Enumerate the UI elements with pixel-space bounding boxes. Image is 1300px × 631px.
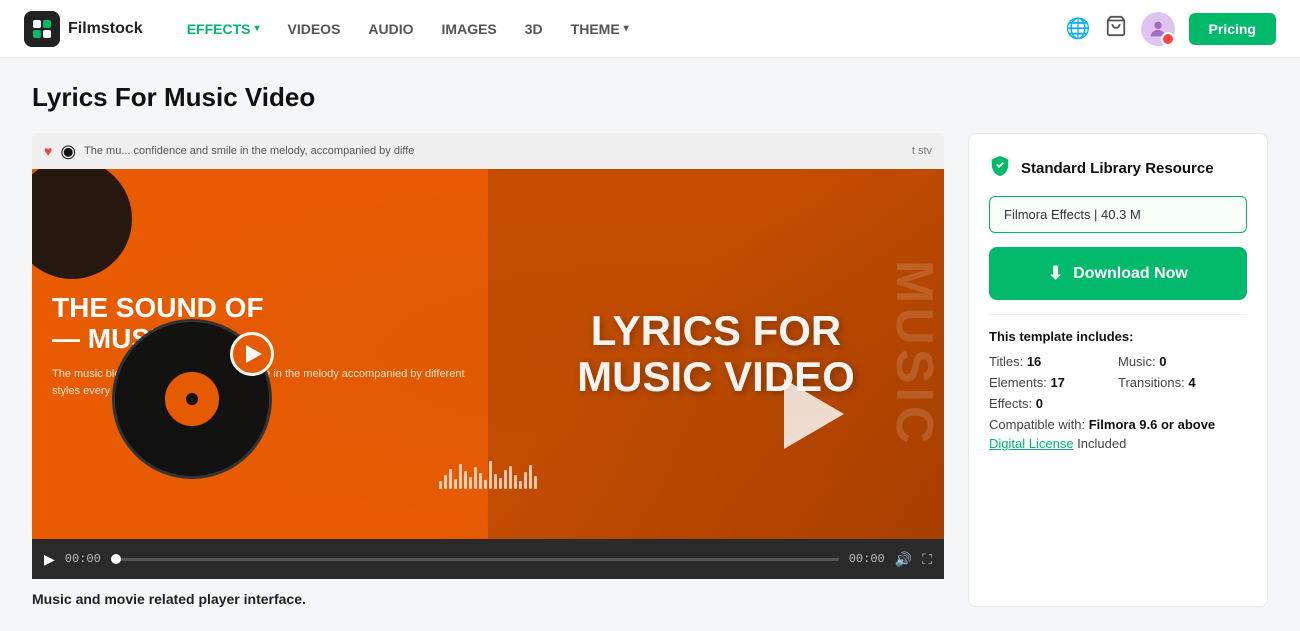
template-includes-label: This template includes: (989, 329, 1247, 344)
transitions-item: Transitions: 4 (1118, 375, 1247, 390)
heart-icon: ♥ (44, 143, 52, 159)
logo-name: Filmstock (68, 20, 143, 38)
music-label: Music: (1118, 354, 1156, 369)
music-value: 0 (1159, 354, 1166, 369)
avatar[interactable] (1141, 12, 1175, 46)
titles-item: Titles: 16 (989, 354, 1118, 369)
page-title: Lyrics For Music Video (32, 82, 1268, 113)
nav-3d[interactable]: 3D (513, 13, 555, 45)
elements-item: Elements: 17 (989, 375, 1118, 390)
nav-images[interactable]: IMAGES (430, 13, 509, 45)
video-section: ♥ ◉ The mu... confidence and smile in th… (32, 133, 944, 607)
main-content: Lyrics For Music Video ♥ ◉ The mu... con… (0, 58, 1300, 631)
video-controls: ▶ 00:00 00:00 🔊 ⛶ (32, 539, 944, 579)
template-info: This template includes: Titles: 16 Music… (989, 314, 1247, 451)
globe-icon[interactable]: 🌐 (1066, 16, 1091, 41)
nav: EFFECTS ▾ VIDEOS AUDIO IMAGES 3D THEME ▾ (175, 13, 1066, 45)
shield-icon (989, 154, 1011, 182)
fullscreen-icon[interactable]: ⛶ (922, 551, 932, 568)
video-overlay (32, 169, 944, 539)
nav-effects[interactable]: EFFECTS ▾ (175, 13, 272, 45)
elements-value: 17 (1050, 375, 1064, 390)
progress-bar[interactable] (111, 558, 839, 561)
titles-label: Titles: (989, 354, 1023, 369)
vinyl-icon: ◉ (60, 141, 76, 162)
strip-text: The mu... confidence and smile in the me… (84, 145, 414, 157)
license-line: Digital License Included (989, 436, 1247, 451)
pricing-button[interactable]: Pricing (1189, 13, 1276, 45)
license-suffix: Included (1077, 436, 1126, 451)
video-background: THE SOUND OF — MUSIC The music blooms wi… (32, 169, 944, 539)
music-item: Music: 0 (1118, 354, 1247, 369)
video-player[interactable]: THE SOUND OF — MUSIC The music blooms wi… (32, 169, 944, 539)
cart-icon[interactable] (1105, 15, 1127, 43)
time-total: 00:00 (849, 552, 885, 566)
right-panel: Standard Library Resource Filmora Effect… (968, 133, 1268, 607)
download-button[interactable]: ⬇ Download Now (989, 247, 1247, 300)
progress-dot (111, 554, 121, 564)
strip-right: t stv (912, 145, 932, 157)
nav-theme[interactable]: THEME ▾ (559, 13, 641, 45)
nav-audio[interactable]: AUDIO (356, 13, 425, 45)
download-label: Download Now (1073, 265, 1188, 283)
content-area: ♥ ◉ The mu... confidence and smile in th… (32, 133, 1268, 607)
transitions-label: Transitions: (1118, 375, 1185, 390)
compatible-label: Compatible with: (989, 417, 1085, 432)
compatible-value: Filmora 9.6 or above (1089, 417, 1215, 432)
logo-area[interactable]: Filmstock (24, 11, 143, 47)
chevron-down-icon: ▾ (254, 23, 259, 34)
license-link[interactable]: Digital License (989, 436, 1074, 451)
time-current: 00:00 (65, 552, 101, 566)
header-right: 🌐 Pricing (1066, 12, 1276, 46)
elements-label: Elements: (989, 375, 1047, 390)
download-icon: ⬇ (1048, 263, 1063, 284)
film-strip: ♥ ◉ The mu... confidence and smile in th… (32, 133, 944, 169)
video-caption: Music and movie related player interface… (32, 591, 944, 607)
effects-value: 0 (1036, 396, 1043, 411)
resource-header: Standard Library Resource (989, 154, 1247, 182)
logo-icon (24, 11, 60, 47)
effects-label: Effects: (989, 396, 1032, 411)
resource-title: Standard Library Resource (1021, 160, 1214, 177)
nav-videos[interactable]: VIDEOS (276, 13, 353, 45)
compatible-line: Compatible with: Filmora 9.6 or above (989, 417, 1247, 432)
effects-item: Effects: 0 (989, 396, 1118, 411)
header: Filmstock EFFECTS ▾ VIDEOS AUDIO IMAGES … (0, 0, 1300, 58)
volume-icon[interactable]: 🔊 (895, 551, 912, 568)
info-grid: Titles: 16 Music: 0 Elements: 17 Transit… (989, 354, 1247, 411)
titles-value: 16 (1027, 354, 1041, 369)
effects-badge: Filmora Effects | 40.3 M (989, 196, 1247, 233)
notification-badge (1161, 32, 1175, 46)
transitions-value: 4 (1188, 375, 1195, 390)
play-pause-button[interactable]: ▶ (44, 551, 55, 568)
chevron-down-icon-theme: ▾ (624, 23, 629, 34)
